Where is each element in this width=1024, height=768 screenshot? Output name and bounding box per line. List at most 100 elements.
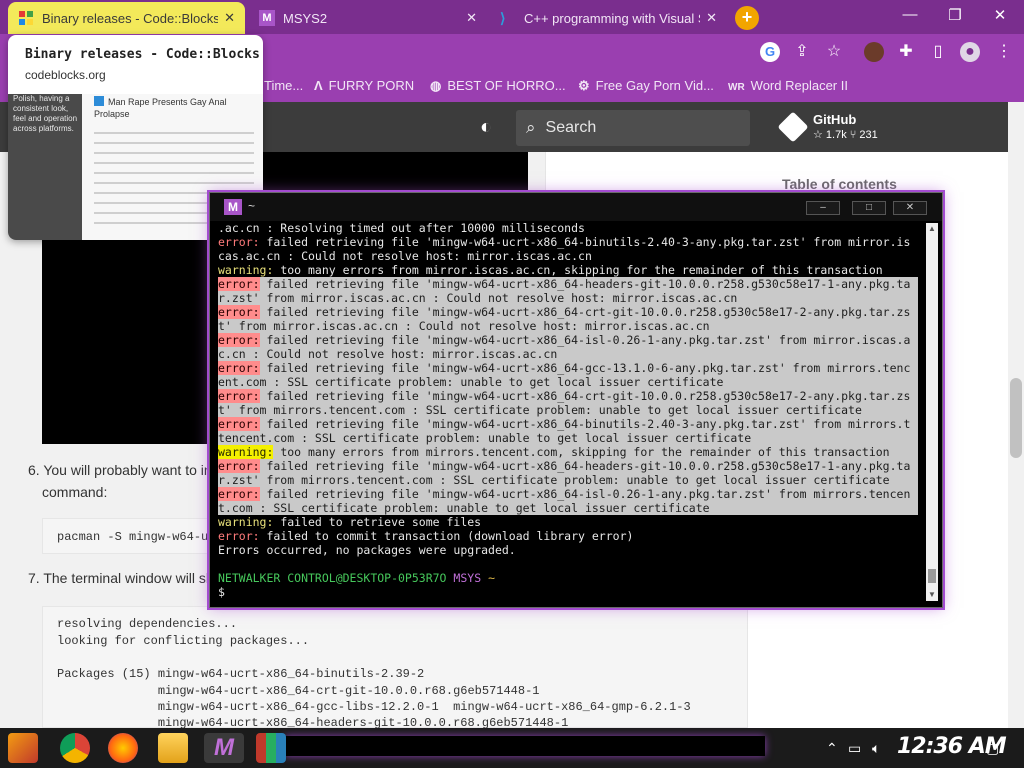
terminal-close-button[interactable]: ✕	[893, 201, 927, 215]
gear-icon: ⚙	[578, 78, 590, 93]
msys2-terminal-window[interactable]: M ~ – □ ✕ .ac.cn : Resolving timed out a…	[209, 192, 943, 608]
bookmark-item[interactable]: WR Word Replacer II	[728, 78, 848, 93]
terminal-line-text: $	[218, 585, 225, 599]
terminal-line: error: failed retrieving file 'mingw-w64…	[218, 389, 918, 403]
tab-label: C++ programming with Visual Studio	[524, 10, 700, 26]
tab-msys2[interactable]: M MSYS2 ✕	[249, 2, 487, 34]
step-6-text: 6. You will probably want to in	[28, 462, 212, 478]
start-icon[interactable]	[8, 733, 38, 763]
file-explorer-icon[interactable]	[158, 733, 188, 763]
error-label: error:	[218, 417, 260, 431]
search-label: Search	[545, 119, 597, 136]
preview-sidebar: Polish, having a consistent look, feel a…	[8, 94, 82, 240]
tab-cpp-programming[interactable]: ⟩ C++ programming with Visual Studio ✕	[490, 2, 727, 34]
table-of-contents-heading: Table of contents	[782, 176, 897, 192]
notification-icon[interactable]: ▢	[986, 740, 999, 757]
step-7-text: 7. The terminal window will sh	[28, 570, 214, 586]
terminal-output[interactable]: .ac.cn : Resolving timed out after 10000…	[218, 221, 918, 603]
close-tab-icon[interactable]: ✕	[466, 10, 477, 26]
extensions-icon[interactable]: ✚	[896, 42, 916, 62]
bookmark-item[interactable]: ◍ BEST OF HORRO...	[430, 78, 566, 94]
bookmark-star-icon[interactable]: ☆	[824, 42, 844, 62]
theme-toggle-icon[interactable]: ◐	[480, 116, 492, 139]
codeblocks-icon	[19, 11, 33, 25]
volume-icon[interactable]: 🔈︎	[872, 740, 880, 757]
close-tab-icon[interactable]: ✕	[706, 10, 717, 26]
preview-table-row	[94, 182, 254, 184]
bookmark-label: FURRY PORN	[328, 78, 415, 93]
terminal-line: ent.com : SSL certificate problem: unabl…	[218, 375, 918, 389]
terminal-line-text: t' from mirrors.tencent.com : SSL certif…	[218, 403, 862, 417]
error-label: error:	[218, 487, 260, 501]
terminal-line: error: failed retrieving file 'mingw-w64…	[218, 235, 910, 249]
terminal-line: warning: failed to retrieve some files	[218, 515, 481, 529]
terminal-line-text: t' from mirror.iscas.ac.cn : Could not r…	[218, 319, 710, 333]
search-icon: ⌕	[526, 118, 536, 137]
terminal-line: error: failed retrieving file 'mingw-w64…	[218, 459, 918, 473]
wr-icon: WR	[728, 82, 745, 93]
terminal-line: warning: too many errors from mirror.isc…	[218, 263, 883, 277]
tab-label: Binary releases - Code::Blocks	[42, 10, 219, 26]
msys2-icon[interactable]: M	[204, 733, 244, 763]
terminal-line-text: failed retrieving file 'mingw-w64-ucrt-x…	[259, 333, 911, 347]
profile-avatar-icon[interactable]	[864, 42, 884, 62]
terminal-line: Errors occurred, no packages were upgrad…	[218, 543, 516, 557]
browser-tab-strip: Binary releases - Code::Blocks ✕ M MSYS2…	[0, 0, 1024, 34]
error-label: error:	[218, 305, 260, 319]
preview-side-text: consistent look,	[13, 104, 69, 113]
side-panel-icon[interactable]: ▯	[928, 42, 948, 62]
terminal-line: r.zst' from mirror.iscas.ac.cn : Could n…	[218, 291, 918, 305]
scroll-down-icon[interactable]: ▼	[926, 589, 938, 601]
preview-title: Binary releases - Code::Blocks	[25, 47, 260, 62]
firefox-icon[interactable]	[108, 733, 138, 763]
terminal-line: error: failed retrieving file 'mingw-w64…	[218, 305, 918, 319]
tab-binary-releases[interactable]: Binary releases - Code::Blocks ✕	[8, 2, 245, 34]
terminal-scrollbar[interactable]: ▲ ▼	[926, 223, 938, 601]
terminal-line-text: too many errors from mirror.iscas.ac.cn,…	[273, 263, 883, 277]
error-label: error:	[218, 333, 260, 347]
terminal-line: NETWALKER CONTROL@DESKTOP-0P53R7O MSYS ~	[218, 571, 495, 585]
winrar-icon[interactable]	[256, 733, 286, 763]
preview-heading: Man Rape Presents Gay Anal Prolapse	[94, 96, 259, 120]
network-icon[interactable]: ▭	[848, 740, 861, 757]
error-label: error:	[218, 361, 260, 375]
terminal-scrollbar-thumb[interactable]	[928, 569, 936, 583]
preview-url: codeblocks.org	[25, 68, 106, 82]
terminal-line-text: c.cn : Could not resolve host: mirror.is…	[218, 347, 558, 361]
terminal-line-text: cas.ac.cn : Could not resolve host: mirr…	[218, 249, 592, 263]
chevron-up-icon[interactable]: ⌃	[826, 740, 838, 757]
chrome-icon[interactable]	[60, 733, 90, 763]
share-icon[interactable]: ⇪	[792, 42, 812, 62]
terminal-title-bar[interactable]: M ~ – □ ✕	[210, 193, 942, 221]
code-line: resolving dependencies...	[57, 617, 238, 631]
bookmark-label: Word Replacer II	[750, 78, 848, 93]
scroll-up-icon[interactable]: ▲	[926, 223, 938, 235]
code-line: mingw-w64-ucrt-x86_64-gcc-libs-12.2.0-1 …	[57, 700, 691, 714]
terminal-maximize-button[interactable]: □	[852, 201, 886, 215]
bookmark-item[interactable]: Λ FURRY PORN	[314, 78, 414, 93]
new-tab-button[interactable]: +	[735, 6, 759, 30]
bookmark-item[interactable]: ⚙ Free Gay Porn Vid...	[578, 78, 714, 94]
terminal-line-text: failed retrieving file 'mingw-w64-ucrt-x…	[259, 487, 911, 501]
terminal-line-text: r.zst' from mirrors.tencent.com : SSL ce…	[218, 473, 890, 487]
warning-label: warning:	[218, 445, 274, 459]
minimize-button[interactable]: —	[895, 6, 925, 23]
account-icon[interactable]: ●	[960, 42, 980, 62]
step-6-text-continued: command:	[42, 484, 108, 500]
preview-table-row	[94, 162, 254, 164]
close-window-button[interactable]: ✕	[985, 6, 1015, 24]
preview-side-text: across platforms.	[13, 124, 74, 133]
menu-icon[interactable]: ⋮	[994, 42, 1014, 62]
maximize-button[interactable]: ❐	[940, 6, 970, 24]
page-scrollbar-thumb[interactable]	[1010, 378, 1022, 458]
terminal-line: error: failed retrieving file 'mingw-w64…	[218, 417, 918, 431]
preview-heading-text: Man Rape Presents Gay Anal Prolapse	[94, 97, 227, 119]
bookmark-item[interactable]: Time...	[264, 78, 303, 93]
search-input[interactable]: ⌕ Search	[516, 110, 750, 146]
terminal-minimize-button[interactable]: –	[806, 201, 840, 215]
terminal-line: $	[218, 585, 225, 599]
google-icon[interactable]: G	[760, 42, 780, 62]
terminal-line: t' from mirror.iscas.ac.cn : Could not r…	[218, 319, 918, 333]
close-tab-icon[interactable]: ✕	[224, 10, 235, 26]
globe-icon: ◍	[430, 78, 442, 93]
